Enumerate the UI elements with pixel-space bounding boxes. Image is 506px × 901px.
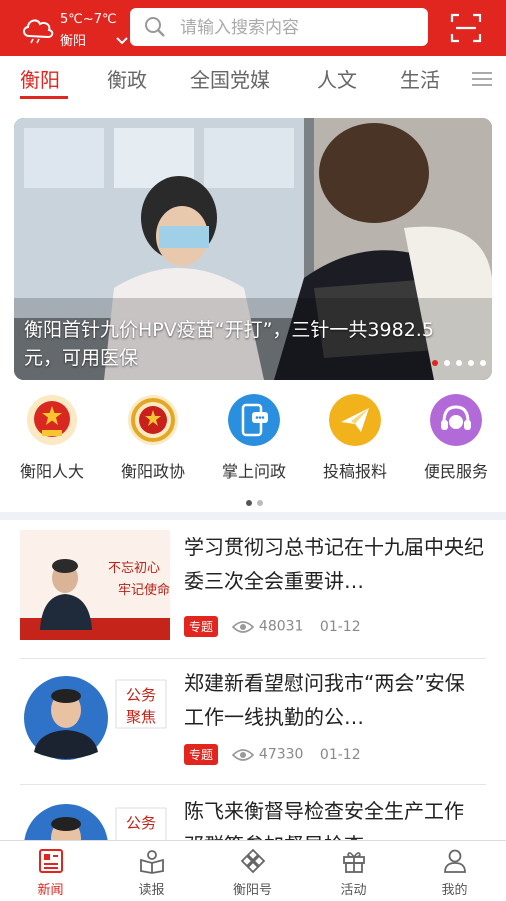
nav-label: 活动 xyxy=(340,883,367,898)
tab-hengzheng[interactable]: 衡政 xyxy=(107,64,147,93)
shortcut-label: 掌上问政 xyxy=(221,462,286,481)
search-input[interactable] xyxy=(178,14,422,42)
thumb-slogan: 牢记使命 xyxy=(118,582,170,598)
nav-hengyang-hao[interactable]: 衡阳号 xyxy=(202,841,303,901)
pager-dot[interactable] xyxy=(246,500,252,506)
gift-icon xyxy=(343,852,365,873)
article-meta: 专题 48031 01-12 xyxy=(184,616,361,637)
weather-widget[interactable]: 5℃~7℃ 衡阳 xyxy=(20,10,128,50)
view-count: 47330 xyxy=(258,746,304,763)
nav-label: 我的 xyxy=(441,883,468,898)
phone-chat-icon xyxy=(228,394,280,446)
article-item[interactable]: 公务 聚焦 郑建新看望慰问我市“两会”安保工作一线执勤的公… 专题 47330 … xyxy=(20,666,486,776)
shortcut-label: 衡阳人大 xyxy=(19,462,84,481)
search-icon xyxy=(145,17,165,37)
tab-culture[interactable]: 人文 xyxy=(317,64,357,93)
carousel-dot[interactable] xyxy=(444,360,450,366)
tab-national-party-media[interactable]: 全国党媒 xyxy=(190,64,270,93)
news-feed: 衡阳首针九价HPV疫苗“开打”，三针一共3982.5元，可用医保 衡阳人大 衡阳… xyxy=(0,102,506,840)
temperature-range: 5℃~7℃ xyxy=(60,12,117,27)
banner-caption[interactable]: 衡阳首针九价HPV疫苗“开打”，三针一共3982.5元，可用医保 xyxy=(24,316,444,372)
tab-hengyang[interactable]: 衡阳 xyxy=(20,64,60,93)
shortcut-public-service[interactable]: 便民服务 xyxy=(406,392,506,482)
nav-label: 新闻 xyxy=(37,883,64,898)
shortcut-online-inquiry[interactable]: 掌上问政 xyxy=(204,392,304,482)
nav-label: 读报 xyxy=(138,883,165,898)
pager-dot[interactable] xyxy=(257,500,263,506)
article-item[interactable]: 公务 陈飞来衡督导检查安全生产工作 邓群策参加督导检查 xyxy=(20,794,486,840)
bottom-navigation: 新闻 读报 衡阳号 活动 我的 xyxy=(0,840,506,901)
article-thumbnail: 公务 xyxy=(20,794,170,840)
shortcut-label: 衡阳政协 xyxy=(120,462,185,481)
user-icon xyxy=(444,849,466,873)
thumb-label: 公务 xyxy=(126,814,156,832)
shortcut-npc[interactable]: 衡阳人大 xyxy=(2,392,102,482)
shortcut-label: 便民服务 xyxy=(423,462,488,481)
section-divider xyxy=(0,512,506,520)
search-bar[interactable] xyxy=(130,8,428,46)
eye-icon xyxy=(232,620,255,633)
scan-icon[interactable] xyxy=(450,13,482,43)
article-title: 学习贯彻习总书记在十九届中央纪委三次全会重要讲… xyxy=(184,535,484,593)
thumb-label: 公务 xyxy=(126,686,156,704)
carousel-dot[interactable] xyxy=(432,360,438,366)
article-thumbnail: 不忘初心 牢记使命 xyxy=(20,530,170,640)
topic-badge: 专题 xyxy=(184,744,219,765)
cppcc-emblem-icon xyxy=(128,395,178,445)
nav-profile[interactable]: 我的 xyxy=(404,841,505,901)
carousel-dot[interactable] xyxy=(468,360,474,366)
carousel-dot[interactable] xyxy=(456,360,462,366)
headset-service-icon xyxy=(430,394,482,446)
newspaper-reader-icon xyxy=(140,850,164,874)
diamond-grid-icon xyxy=(240,848,266,874)
topic-badge: 专题 xyxy=(184,616,219,637)
article-item[interactable]: 不忘初心 牢记使命 学习贯彻习总书记在十九届中央纪委三次全会重要讲… 专题 48… xyxy=(20,530,486,648)
row-divider xyxy=(20,658,486,659)
article-meta: 专题 47330 01-12 xyxy=(184,744,361,765)
nav-read-paper[interactable]: 读报 xyxy=(101,841,202,901)
cloud-weather-icon xyxy=(23,19,54,44)
nav-activities[interactable]: 活动 xyxy=(303,841,404,901)
shortcut-label: 投稿报料 xyxy=(322,462,387,481)
national-emblem-icon xyxy=(27,395,77,445)
channel-tabs: 衡阳 衡政 全国党媒 人文 生活 xyxy=(0,56,506,102)
article-title: 郑建新看望慰问我市“两会”安保工作一线执勤的公… xyxy=(184,671,465,729)
active-tab-indicator xyxy=(20,96,68,99)
tab-life[interactable]: 生活 xyxy=(400,64,440,93)
row-divider xyxy=(20,784,486,785)
shortcut-grid: 衡阳人大 衡阳政协 掌上问政 投稿报料 便民服务 xyxy=(0,392,506,482)
paper-plane-icon xyxy=(329,394,381,446)
headline-carousel[interactable]: 衡阳首针九价HPV疫苗“开打”，三针一共3982.5元，可用医保 xyxy=(14,118,492,380)
city-label: 衡阳 xyxy=(60,34,87,49)
article-date: 01-12 xyxy=(319,746,361,763)
thumb-slogan: 不忘初心 xyxy=(108,561,160,576)
article-thumbnail: 公务 聚焦 xyxy=(20,666,170,776)
menu-icon[interactable] xyxy=(472,70,492,88)
top-bar: 5℃~7℃ 衡阳 xyxy=(0,0,506,56)
view-count: 48031 xyxy=(258,618,304,635)
article-title: 陈飞来衡督导检查安全生产工作 邓群策参加督导检查 xyxy=(184,799,464,840)
eye-icon xyxy=(232,748,255,761)
shortcut-cppcc[interactable]: 衡阳政协 xyxy=(103,392,203,482)
nav-label: 衡阳号 xyxy=(232,883,272,898)
chevron-down-icon[interactable] xyxy=(116,36,128,46)
article-date: 01-12 xyxy=(319,618,361,635)
news-icon xyxy=(39,849,63,873)
thumb-label: 聚焦 xyxy=(126,708,156,726)
shortcut-submit-tip[interactable]: 投稿报料 xyxy=(305,392,405,482)
carousel-dot[interactable] xyxy=(480,360,486,366)
nav-news[interactable]: 新闻 xyxy=(0,841,101,901)
